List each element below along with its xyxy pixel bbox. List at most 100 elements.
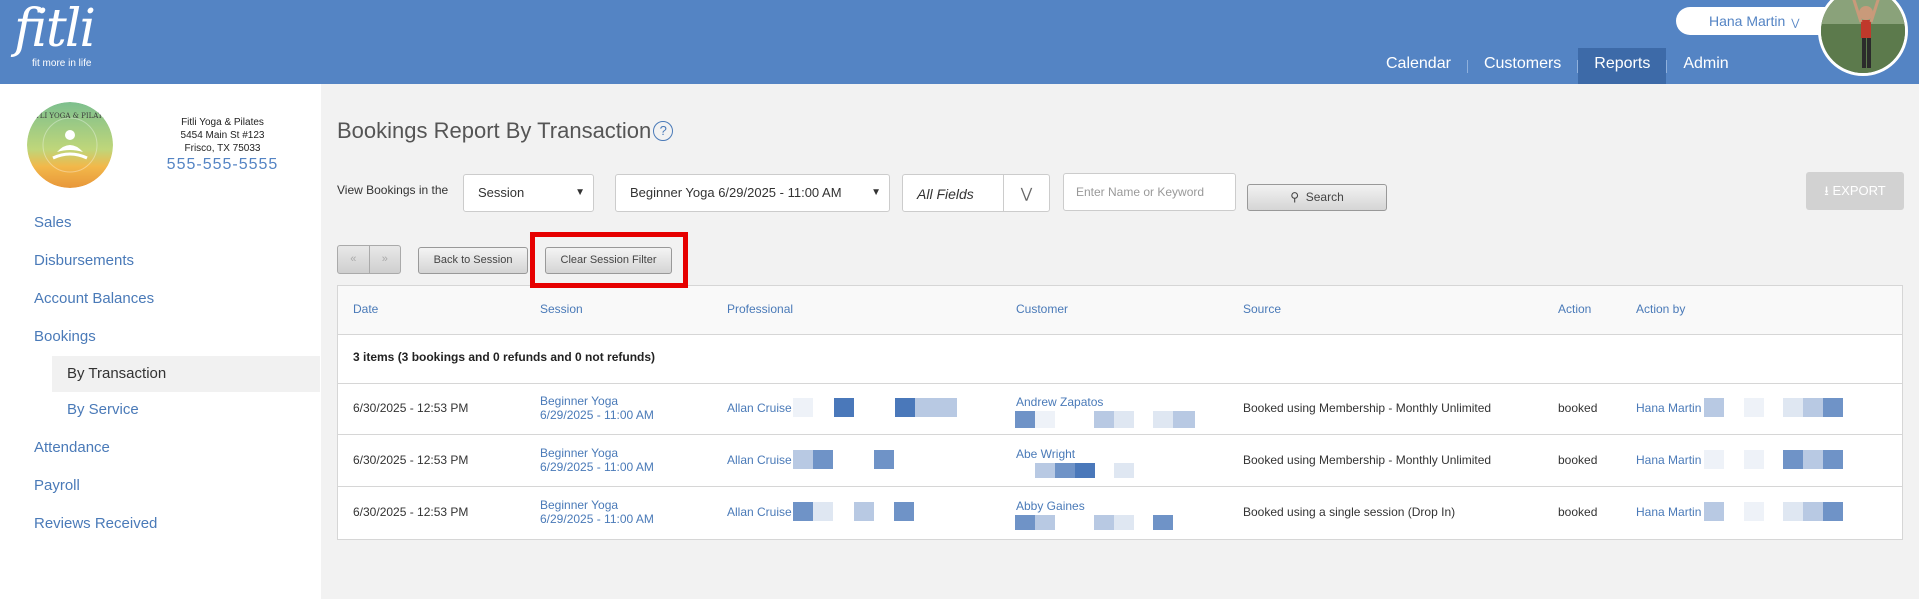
redacted-block: [1114, 515, 1134, 530]
redacted-block: [1783, 450, 1803, 469]
export-button-label: EXPORT: [1832, 183, 1886, 198]
redacted-block: [834, 398, 854, 417]
back-to-session-button[interactable]: Back to Session: [418, 247, 528, 274]
search-input[interactable]: Enter Name or Keyword: [1063, 173, 1236, 211]
redacted-block: [854, 502, 874, 521]
redacted-block: [813, 450, 833, 469]
nav-reports[interactable]: Reports: [1578, 48, 1667, 84]
table-header: Date Session Professional Customer Sourc…: [338, 286, 1902, 335]
professional-link[interactable]: Allan Cruise: [727, 401, 792, 415]
column-header-customer[interactable]: Customer: [1016, 286, 1068, 332]
professional-link[interactable]: Allan Cruise: [727, 453, 792, 467]
session-link[interactable]: Beginner Yoga: [540, 446, 654, 460]
view-type-select[interactable]: Session ▼: [463, 174, 594, 212]
logo-wordmark: fitli: [14, 0, 96, 59]
redacted-block: [1744, 502, 1764, 521]
redacted-block: [1055, 463, 1075, 478]
redacted-block: [1015, 515, 1035, 530]
column-header-professional[interactable]: Professional: [727, 286, 793, 332]
help-icon[interactable]: ?: [653, 121, 674, 141]
user-menu-button[interactable]: Hana Martin ⋁: [1676, 7, 1841, 35]
redacted-block: [1035, 515, 1055, 530]
redacted-block: [874, 450, 894, 469]
customer-link[interactable]: Abby Gaines: [1016, 499, 1085, 513]
action-by-link[interactable]: Hana Martin: [1636, 505, 1701, 519]
row-date: 6/30/2025 - 12:53 PM: [353, 453, 469, 467]
studio-name: Fitli Yoga & Pilates: [181, 117, 264, 128]
sidebar-item-attendance[interactable]: Attendance: [34, 439, 110, 456]
studio-address-2: Frisco, TX 75033: [184, 143, 261, 154]
professional-link[interactable]: Allan Cruise: [727, 505, 792, 519]
column-header-action-by[interactable]: Action by: [1636, 286, 1685, 332]
column-header-action[interactable]: Action: [1558, 286, 1591, 332]
customer-link[interactable]: Andrew Zapatos: [1016, 395, 1103, 409]
session-time-link[interactable]: 6/29/2025 - 11:00 AM: [540, 460, 654, 474]
sidebar-item-disbursements[interactable]: Disbursements: [34, 252, 134, 269]
row-action: booked: [1558, 453, 1598, 467]
redacted-block: [1803, 502, 1823, 521]
redacted-block: [1114, 463, 1134, 478]
redacted-block: [1783, 398, 1803, 417]
chevron-down-icon: ▼: [871, 187, 881, 198]
export-button[interactable]: ⭳ EXPORT: [1806, 172, 1904, 210]
fields-filter[interactable]: All Fields ⋁: [902, 174, 1050, 212]
session-time-link[interactable]: 6/29/2025 - 11:00 AM: [540, 408, 654, 422]
fitli-logo[interactable]: fitli fit more in life: [14, 0, 96, 69]
view-bookings-label: View Bookings in the: [337, 183, 449, 197]
fields-filter-value: All Fields: [917, 186, 974, 202]
next-page-button[interactable]: »: [368, 246, 401, 273]
page-title-text: Bookings Report By Transaction: [337, 118, 652, 143]
avatar[interactable]: [1818, 0, 1908, 76]
row-date: 6/30/2025 - 12:53 PM: [353, 401, 469, 415]
redacted-block: [1094, 515, 1114, 530]
row-session[interactable]: Beginner Yoga 6/29/2025 - 11:00 AM: [540, 498, 654, 526]
search-icon: ⚲: [1290, 190, 1300, 204]
studio-info: Fitli Yoga & Pilates 5454 Main St #123 F…: [155, 116, 290, 173]
session-link[interactable]: Beginner Yoga: [540, 394, 654, 408]
studio-phone[interactable]: 555-555-5555: [155, 157, 290, 173]
main-nav: Calendar Customers Reports Admin: [1370, 48, 1745, 84]
double-chevron-down-icon[interactable]: ⋁: [1003, 175, 1049, 211]
redacted-block: [1173, 411, 1195, 428]
sidebar-item-by-transaction[interactable]: By Transaction: [52, 356, 320, 392]
nav-customers[interactable]: Customers: [1468, 48, 1577, 84]
sidebar-item-account-balances[interactable]: Account Balances: [34, 290, 154, 307]
action-by-link[interactable]: Hana Martin: [1636, 453, 1701, 467]
redacted-block: [1823, 450, 1843, 469]
session-select[interactable]: Beginner Yoga 6/29/2025 - 11:00 AM ▼: [615, 174, 890, 212]
customer-link[interactable]: Abe Wright: [1016, 447, 1075, 461]
search-button-label: Search: [1305, 190, 1344, 204]
session-link[interactable]: Beginner Yoga: [540, 498, 654, 512]
session-time-link[interactable]: 6/29/2025 - 11:00 AM: [540, 512, 654, 526]
row-session[interactable]: Beginner Yoga 6/29/2025 - 11:00 AM: [540, 394, 654, 422]
redacted-block: [1704, 502, 1724, 521]
pager: « »: [337, 245, 401, 274]
search-button[interactable]: ⚲ Search: [1247, 184, 1387, 211]
nav-admin[interactable]: Admin: [1667, 48, 1744, 84]
redacted-block: [813, 502, 833, 521]
column-header-session[interactable]: Session: [540, 286, 583, 332]
top-header: fitli fit more in life Hana Martin ⋁ Cale…: [0, 0, 1919, 84]
session-value: Beginner Yoga 6/29/2025 - 11:00 AM: [630, 185, 842, 200]
logo-tagline: fit more in life: [32, 58, 92, 69]
prev-page-button[interactable]: «: [338, 246, 369, 273]
redacted-block: [1015, 411, 1035, 428]
sidebar-item-payroll[interactable]: Payroll: [34, 477, 80, 494]
redacted-block: [1704, 398, 1724, 417]
highlight-annotation: [530, 232, 688, 288]
sidebar-item-sales[interactable]: Sales: [34, 214, 72, 231]
studio-logo: FITLI YOGA & PILATES: [27, 102, 113, 188]
column-header-date[interactable]: Date: [353, 286, 378, 332]
column-header-source[interactable]: Source: [1243, 286, 1281, 332]
sidebar-item-bookings[interactable]: Bookings: [34, 328, 96, 345]
row-session[interactable]: Beginner Yoga 6/29/2025 - 11:00 AM: [540, 446, 654, 474]
sidebar-item-reviews-received[interactable]: Reviews Received: [34, 515, 157, 532]
redacted-block: [1823, 502, 1843, 521]
chevron-down-icon: ▼: [575, 187, 585, 198]
chevron-down-icon: ⋁: [1791, 18, 1800, 29]
redacted-block: [1153, 515, 1173, 530]
sidebar-item-by-service[interactable]: By Service: [52, 392, 320, 428]
action-by-link[interactable]: Hana Martin: [1636, 401, 1701, 415]
nav-calendar[interactable]: Calendar: [1370, 48, 1467, 84]
redacted-block: [1035, 411, 1055, 428]
